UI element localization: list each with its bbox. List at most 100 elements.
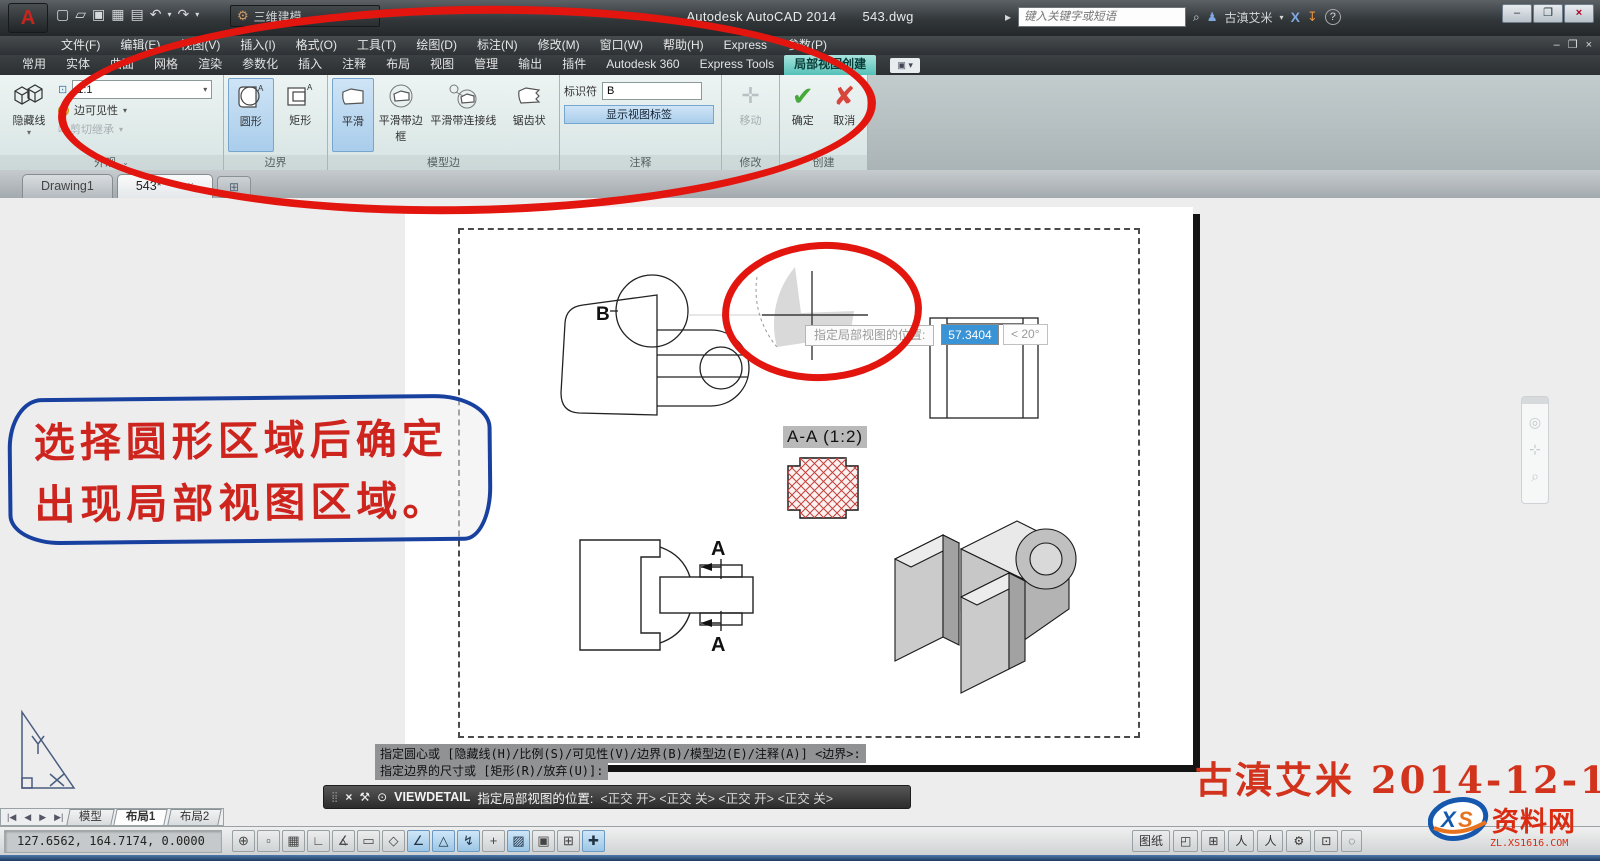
restore-button[interactable]: ❐ <box>1533 4 1563 23</box>
ribbon-tab-output[interactable]: 输出 <box>508 55 552 75</box>
undo-dropdown-icon[interactable]: ▾ <box>167 10 171 19</box>
ribbon-tab-autodesk360[interactable]: Autodesk 360 <box>596 55 689 75</box>
ribbon-tab-mesh[interactable]: 网格 <box>144 55 188 75</box>
ribbon-tab-detail-view-creation[interactable]: 局部视图创建 <box>784 55 876 75</box>
dynamic-input-toggle[interactable]: ↯ <box>457 830 480 852</box>
undo-icon[interactable]: ↶ <box>150 6 162 23</box>
annotation-autoscale-icon[interactable]: 人 <box>1257 830 1283 852</box>
ribbon-tab-plugins[interactable]: 插件 <box>552 55 596 75</box>
cancel-button[interactable]: ✘ 取消 <box>826 78 864 152</box>
ortho-toggle[interactable]: ∟ <box>307 830 330 852</box>
pan-icon[interactable]: ⊹ <box>1529 441 1541 458</box>
menu-view[interactable]: 视图(V) <box>171 36 229 55</box>
open-file-icon[interactable]: ▱ <box>75 6 86 23</box>
ribbon-tab-express-tools[interactable]: Express Tools <box>690 55 784 75</box>
transparency-toggle[interactable]: ▨ <box>507 830 530 852</box>
snap-toggle[interactable]: ▫ <box>257 830 280 852</box>
smooth-edge-button[interactable]: 平滑 <box>332 78 374 152</box>
scale-combo[interactable]: 1:1 ▾ <box>72 80 212 99</box>
search-input[interactable] <box>1018 7 1186 27</box>
drawing-canvas[interactable]: B <box>0 198 1600 826</box>
navigation-bar[interactable]: ◎ ⊹ ⌕ <box>1521 396 1549 504</box>
menu-parametric[interactable]: 参数(P) <box>778 36 836 55</box>
otrack-toggle[interactable]: ∠ <box>407 830 430 852</box>
ribbon-tab-parametric[interactable]: 参数化 <box>232 55 288 75</box>
menu-format[interactable]: 格式(O) <box>287 36 346 55</box>
exchange-apps-icon[interactable]: X <box>1291 9 1300 25</box>
signin-user-name[interactable]: 古滇艾米 <box>1225 9 1273 26</box>
ribbon-tab-solid[interactable]: 实体 <box>56 55 100 75</box>
ribbon-minimize-button[interactable]: ▣ ▾ <box>890 58 920 73</box>
command-drag-handle-icon[interactable]: ⣿ <box>331 792 338 803</box>
ribbon-tab-manage[interactable]: 管理 <box>464 55 508 75</box>
show-view-label-button[interactable]: 显示视图标签 <box>564 105 714 124</box>
minimize-button[interactable]: – <box>1502 4 1532 23</box>
menu-express[interactable]: Express <box>715 36 776 55</box>
ribbon-tab-view[interactable]: 视图 <box>420 55 464 75</box>
jagged-edge-button[interactable]: 锯齿状 <box>503 78 555 152</box>
menu-insert[interactable]: 插入(I) <box>231 36 284 55</box>
redo-dropdown-icon[interactable]: ▾ <box>195 10 199 19</box>
ok-button[interactable]: ✔ 确定 <box>784 78 822 152</box>
doc-close-icon[interactable]: × <box>1586 36 1592 55</box>
workspace-switcher[interactable]: ⚙ 三维建模 ▾ <box>230 5 380 27</box>
dynamic-angle-field[interactable]: < 20° <box>1003 324 1048 345</box>
prev-layout-icon[interactable]: ◀ <box>21 812 34 823</box>
ducs-toggle[interactable]: △ <box>432 830 455 852</box>
help-icon[interactable]: ? <box>1325 9 1341 25</box>
smooth-with-border-button[interactable]: 平滑带边框 <box>378 78 424 152</box>
ribbon-tab-home[interactable]: 常用 <box>12 55 56 75</box>
grid-toggle[interactable]: ▦ <box>282 830 305 852</box>
command-badge-icon[interactable]: ⊙ <box>377 790 387 804</box>
print-icon[interactable]: ▤ <box>130 6 143 23</box>
hidden-lines-button[interactable]: 隐藏线 ▾ <box>4 78 54 152</box>
ribbon-tab-surface[interactable]: 曲面 <box>100 55 144 75</box>
clean-screen-icon[interactable]: ◌ <box>1341 830 1362 852</box>
menu-tools[interactable]: 工具(T) <box>348 36 405 55</box>
new-file-icon[interactable]: ▢ <box>56 6 69 23</box>
steering-wheel-icon[interactable]: ◎ <box>1529 414 1541 431</box>
command-prompt[interactable]: 指定局部视图的位置: <box>477 788 593 807</box>
quick-view-layouts-icon[interactable]: ◰ <box>1173 830 1198 852</box>
first-layout-icon[interactable]: |◀ <box>4 812 19 823</box>
dynamic-input-field[interactable] <box>941 324 999 345</box>
selection-cycling-toggle[interactable]: ⊞ <box>557 830 580 852</box>
menu-draw[interactable]: 绘图(D) <box>407 36 466 55</box>
osnap-toggle[interactable]: ▭ <box>357 830 380 852</box>
smooth-with-leader-button[interactable]: 平滑带连接线 <box>428 78 500 152</box>
lineweight-toggle[interactable]: + <box>482 830 505 852</box>
doc-minimize-icon[interactable]: – <box>1554 36 1560 55</box>
ribbon-tab-annotate[interactable]: 注释 <box>332 55 376 75</box>
doc-restore-icon[interactable]: ❐ <box>1568 36 1578 55</box>
close-button[interactable]: × <box>1564 4 1594 23</box>
layout1-tab[interactable]: 布局1 <box>114 809 169 825</box>
redo-icon[interactable]: ↷ <box>177 6 189 23</box>
hidden-lines-dropdown-icon[interactable]: ▾ <box>27 128 31 137</box>
polar-toggle[interactable]: ∡ <box>332 830 355 852</box>
edge-visibility-button[interactable]: 边可见性 ▾ <box>58 102 212 118</box>
zoom-icon[interactable]: ⌕ <box>1531 468 1539 485</box>
annotation-monitor-toggle[interactable]: ✚ <box>582 830 605 852</box>
file-tab-543[interactable]: 543* × <box>117 174 213 198</box>
file-tab-close-icon[interactable]: × <box>188 175 194 198</box>
next-layout-icon[interactable]: ▶ <box>36 812 49 823</box>
workspace-switch-gear-icon[interactable]: ⚙ <box>1286 830 1311 852</box>
save-icon[interactable]: ▣ <box>92 6 105 23</box>
osnap-3d-toggle[interactable]: ◇ <box>382 830 405 852</box>
menu-edit[interactable]: 编辑(E) <box>111 36 169 55</box>
ribbon-tab-layout[interactable]: 布局 <box>376 55 420 75</box>
paper-model-button[interactable]: 图纸 <box>1132 830 1170 852</box>
autodesk360-icon[interactable]: ↧ <box>1307 9 1318 25</box>
menu-dimension[interactable]: 标注(N) <box>468 36 527 55</box>
model-tab[interactable]: 模型 <box>67 809 115 825</box>
user-dropdown-icon[interactable]: ▾ <box>1280 13 1284 22</box>
toolbar-lock-icon[interactable]: ⊡ <box>1314 830 1338 852</box>
command-line-bar[interactable]: ⣿ × ⚒ ⊙ VIEWDETAIL 指定局部视图的位置: <正交 开> <正交… <box>323 785 911 809</box>
quick-properties-toggle[interactable]: ▣ <box>532 830 555 852</box>
circular-boundary-button[interactable]: A 圆形 <box>228 78 274 152</box>
ribbon-tab-insert[interactable]: 插入 <box>288 55 332 75</box>
new-tab-button[interactable]: ⊞ <box>217 176 251 198</box>
menu-modify[interactable]: 修改(M) <box>529 36 589 55</box>
save-as-icon[interactable]: ▦ <box>111 6 124 23</box>
menu-help[interactable]: 帮助(H) <box>654 36 713 55</box>
